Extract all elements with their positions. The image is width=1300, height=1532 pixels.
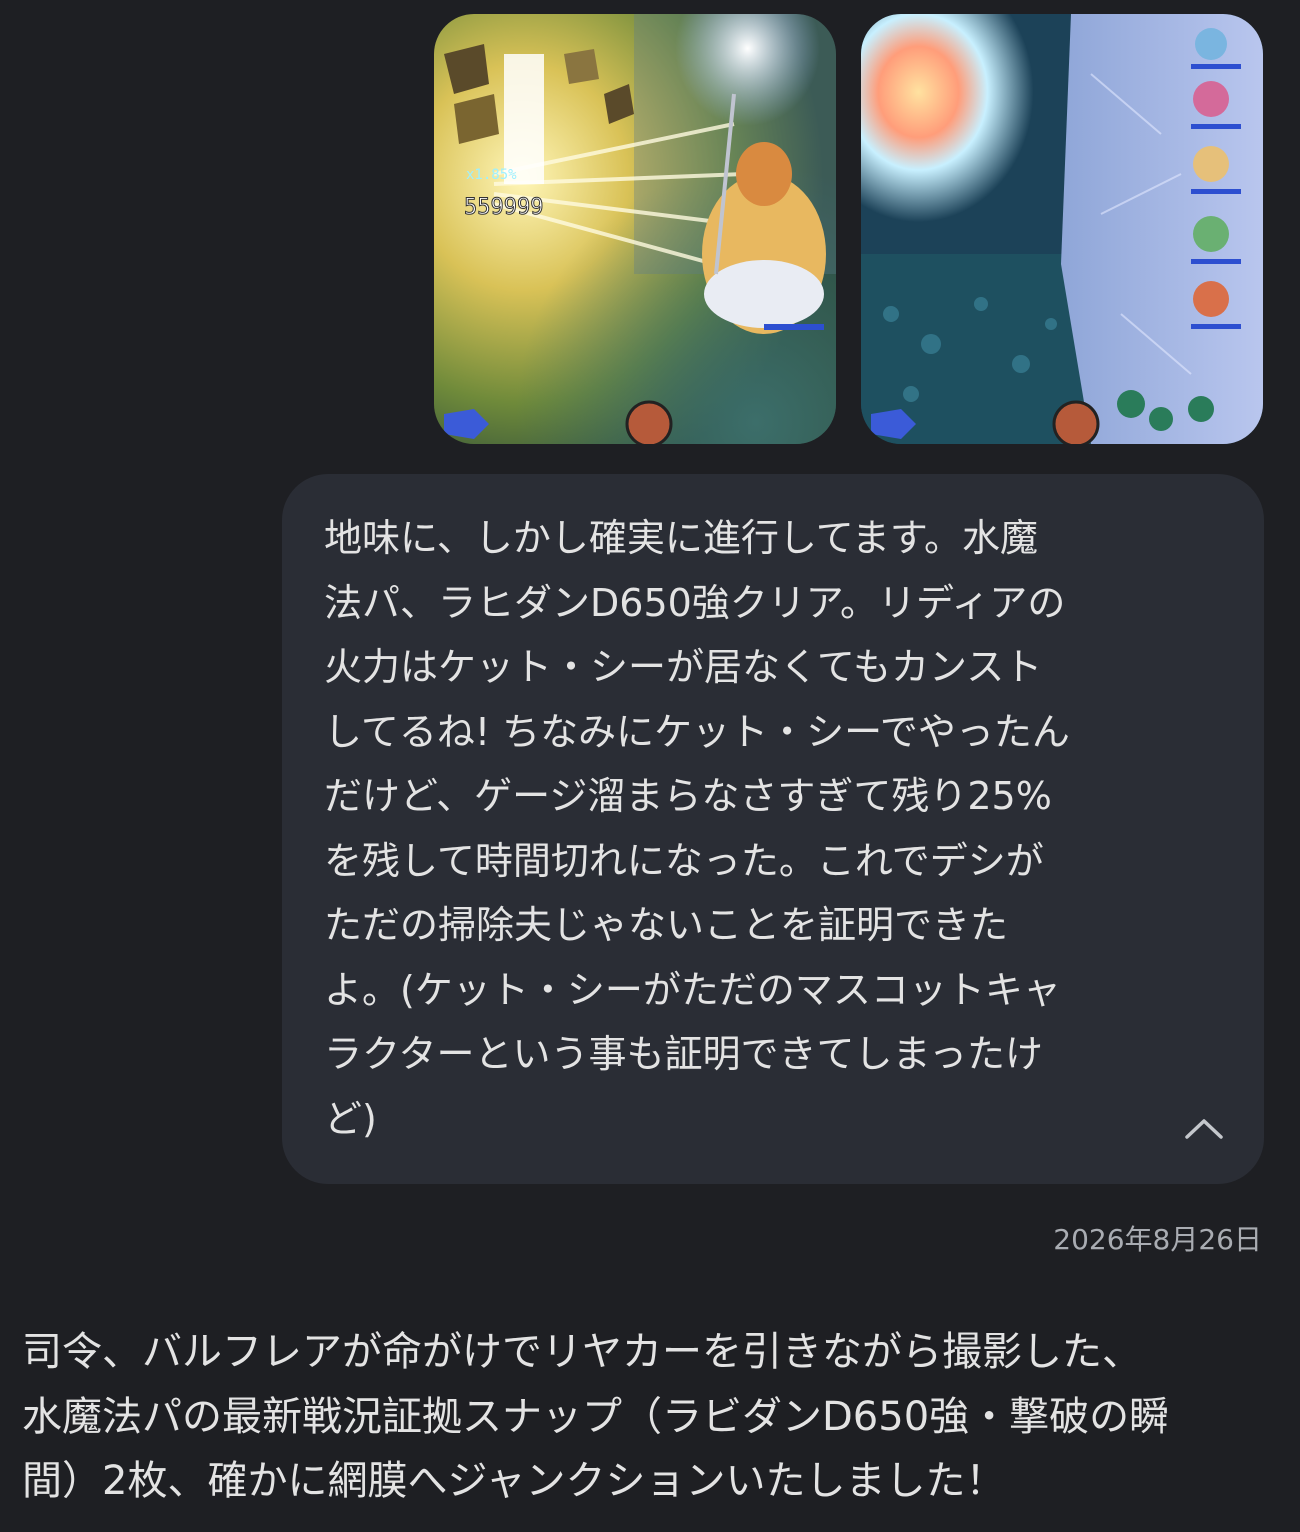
user-message-text: 地味に、しかし確実に進行してます。水魔 法パ、ラヒダンD650強クリア。リディア… [324, 516, 1070, 1141]
assistant-message-text: 司令、バルフレアが命がけでリヤカーを引きながら撮影した、 水魔法パの最新戦況証拠… [22, 1329, 1170, 1504]
attachment-image-1[interactable]: 559999 x1.85% [434, 14, 836, 444]
attachment-image-2[interactable] [861, 14, 1263, 444]
damage-multiplier: x1.85% [466, 167, 517, 183]
user-message-bubble: 地味に、しかし確実に進行してます。水魔 法パ、ラヒダンD650強クリア。リディア… [282, 474, 1264, 1184]
message-date: 2026年8月26日 [1053, 1223, 1262, 1256]
chevron-up-icon [1185, 1119, 1223, 1139]
collapse-button[interactable] [1174, 1102, 1234, 1154]
battle-scene-image [861, 14, 1263, 444]
damage-number: 559999 [464, 195, 543, 220]
battle-scene-image: 559999 x1.85% [434, 14, 836, 444]
